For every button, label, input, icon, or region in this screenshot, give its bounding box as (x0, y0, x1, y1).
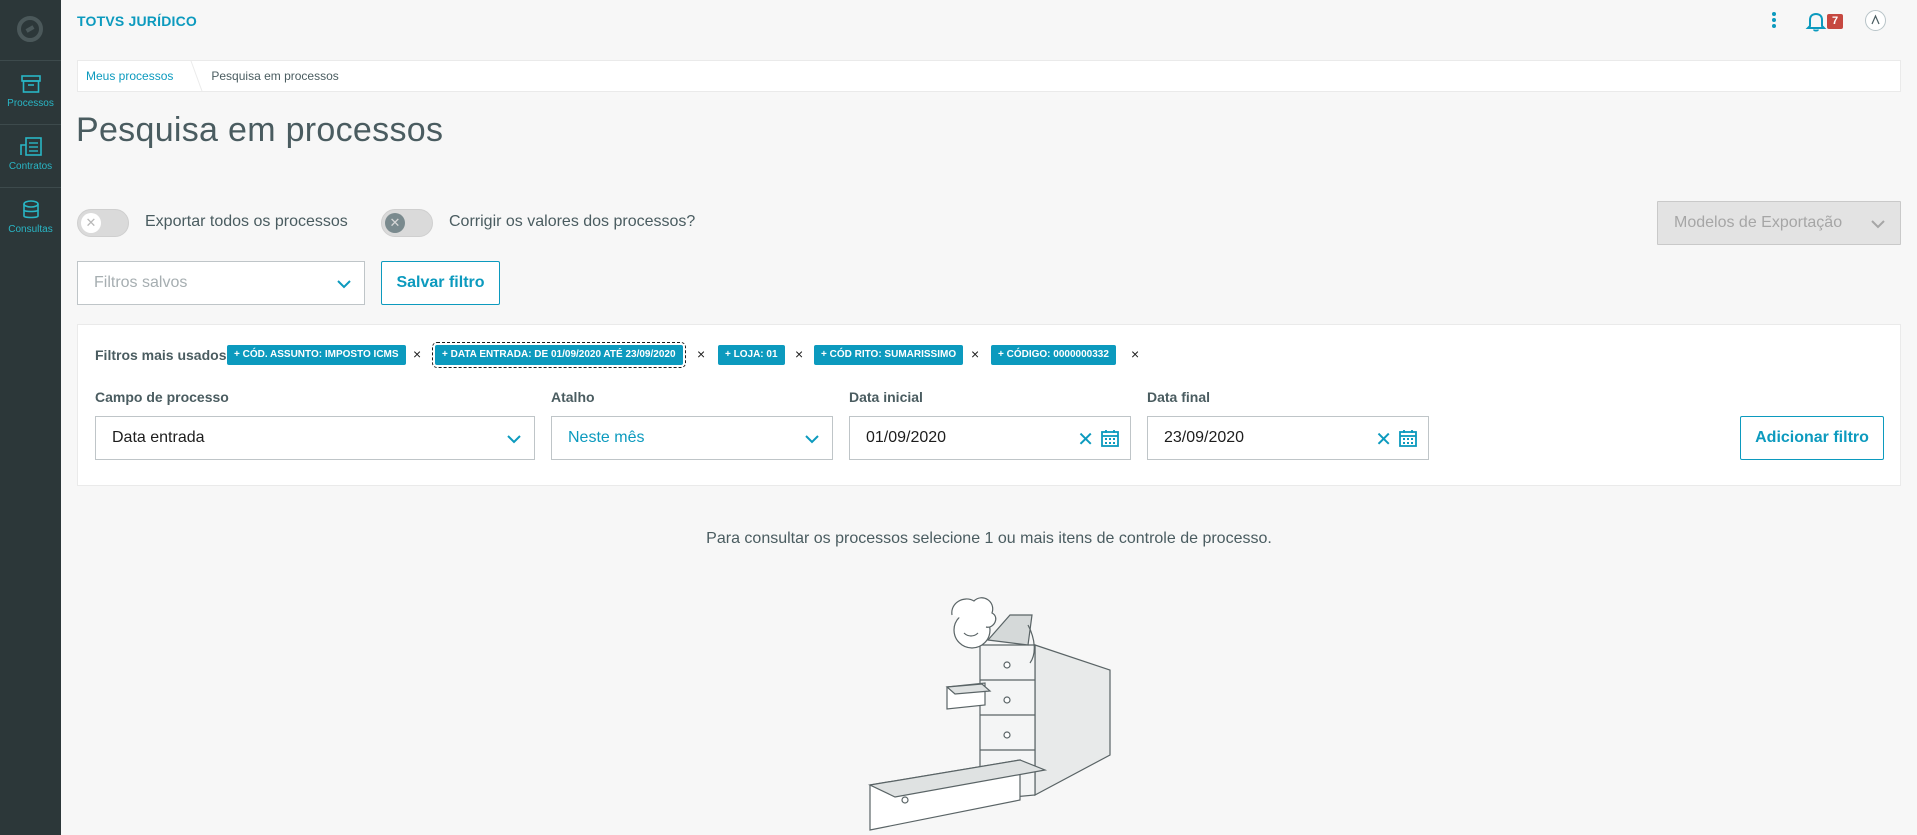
sidebar-divider (0, 124, 61, 125)
atalho-select[interactable]: Neste mês (551, 416, 833, 460)
empty-state-message: Para consultar os processos selecione 1 … (706, 530, 1272, 547)
notification-badge: 7 (1827, 14, 1843, 29)
filter-tag[interactable]: + DATA ENTRADA: DE 01/09/2020 ATÉ 23/09/… (432, 342, 686, 368)
database-icon (22, 200, 39, 219)
switch-off-icon: ✕ (81, 213, 101, 233)
remove-tag-icon[interactable]: × (795, 346, 803, 362)
totvs-logo-icon[interactable] (17, 16, 43, 42)
chevron-down-icon (805, 435, 819, 444)
data-final-input[interactable]: 23/09/2020 ✕ (1147, 416, 1429, 460)
more-vertical-icon[interactable] (1771, 12, 1777, 32)
correct-values-switch[interactable]: ✕ (381, 209, 433, 237)
filter-panel: Filtros mais usados + CÓD. ASSUNTO: IMPO… (77, 324, 1901, 486)
campo-processo-select[interactable]: Data entrada (95, 416, 535, 460)
switch-off-icon: ✕ (385, 213, 405, 233)
document-list-icon (19, 137, 42, 156)
data-final-label: Data final (1147, 389, 1211, 405)
empty-state-illustration (868, 597, 1111, 831)
campo-processo-value: Data entrada (112, 429, 205, 446)
save-filter-button[interactable]: Salvar filtro (381, 261, 500, 305)
saved-filters-placeholder: Filtros salvos (94, 274, 188, 291)
clear-icon[interactable]: ✕ (1375, 427, 1392, 452)
page-title: Pesquisa em processos (76, 111, 444, 149)
correct-values-label: Corrigir os valores dos processos? (449, 213, 696, 230)
export-models-select[interactable]: Modelos de Exportação (1657, 201, 1901, 245)
sidebar-item-label: Processos (7, 98, 54, 109)
sidebar-divider (0, 60, 61, 61)
sidebar-item-processos[interactable]: Processos (0, 74, 61, 109)
sidebar-item-consultas[interactable]: Consultas (0, 200, 61, 235)
most-used-filters-label: Filtros mais usados (95, 347, 227, 363)
data-inicial-value: 01/09/2020 (866, 429, 947, 446)
data-inicial-input[interactable]: 01/09/2020 ✕ (849, 416, 1131, 460)
app-title[interactable]: TOTVS JURÍDICO (77, 13, 197, 29)
chevron-down-icon (1871, 220, 1885, 229)
user-icon (1871, 14, 1880, 25)
breadcrumb-current: Pesquisa em processos (211, 69, 339, 83)
calendar-icon[interactable] (1398, 428, 1418, 448)
remove-tag-icon[interactable]: × (1131, 346, 1139, 362)
user-avatar[interactable] (1865, 10, 1886, 31)
filter-tag[interactable]: + CÓD RITO: SUMARISSIMO (814, 345, 964, 365)
remove-tag-icon[interactable]: × (413, 346, 421, 362)
atalho-value: Neste mês (568, 429, 645, 446)
sidebar-item-label: Consultas (8, 224, 53, 235)
archive-icon (20, 75, 41, 93)
campo-processo-label: Campo de processo (95, 389, 229, 405)
add-filter-button[interactable]: Adicionar filtro (1740, 416, 1884, 460)
data-final-value: 23/09/2020 (1164, 429, 1245, 446)
remove-tag-icon[interactable]: × (971, 346, 979, 362)
sidebar-divider (0, 187, 61, 188)
atalho-label: Atalho (551, 389, 595, 405)
clear-icon[interactable]: ✕ (1077, 427, 1094, 452)
remove-tag-icon[interactable]: × (697, 346, 705, 362)
filter-tag[interactable]: + CÓD. ASSUNTO: IMPOSTO ICMS (227, 345, 406, 365)
sidebar-item-label: Contratos (8, 161, 53, 172)
export-models-placeholder: Modelos de Exportação (1674, 214, 1843, 231)
breadcrumb-link-meus-processos[interactable]: Meus processos (78, 61, 185, 91)
filter-tag[interactable]: + CÓDIGO: 0000000332 (991, 345, 1116, 365)
filter-tag[interactable]: + LOJA: 01 (718, 345, 785, 365)
export-all-switch[interactable]: ✕ (77, 209, 129, 237)
export-all-label: Exportar todos os processos (145, 213, 348, 230)
chevron-down-icon (507, 435, 521, 444)
sidebar-item-contratos[interactable]: Contratos (0, 137, 61, 172)
saved-filters-select[interactable]: Filtros salvos (77, 261, 365, 305)
breadcrumb: Meus processos Pesquisa em processos (77, 60, 1901, 92)
chevron-down-icon (337, 280, 351, 289)
calendar-icon[interactable] (1100, 428, 1120, 448)
bell-icon[interactable] (1805, 10, 1827, 32)
data-inicial-label: Data inicial (849, 389, 923, 405)
sidebar: Processos Contratos Consultas (0, 0, 61, 835)
